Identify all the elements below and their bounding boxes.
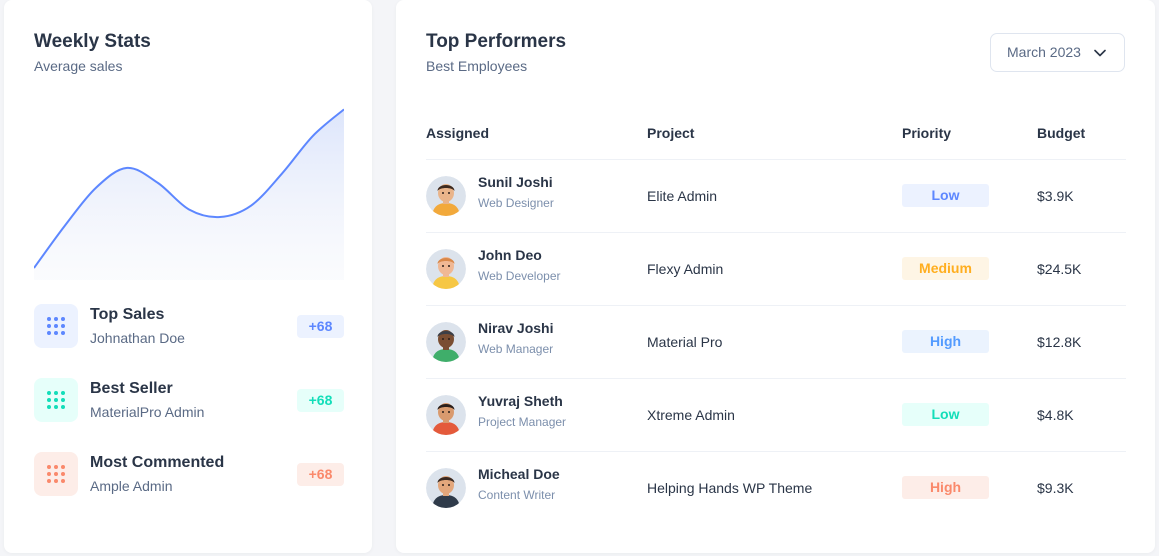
stat-item: Top Sales Johnathan Doe +68: [34, 304, 344, 350]
employee-name: Yuvraj Sheth: [478, 392, 563, 409]
employee-role: Content Writer: [478, 487, 556, 502]
employee-name: Nirav Joshi: [478, 319, 554, 336]
assigned-cell: Yuvraj Sheth Project Manager: [426, 378, 647, 452]
stat-item: Best Seller MaterialPro Admin +68: [34, 378, 344, 424]
budget-cell: $3.9K: [1037, 159, 1126, 233]
top-performers-title: Top Performers: [426, 31, 567, 52]
priority-badge: High: [902, 476, 989, 500]
assigned-cell: Nirav Joshi Web Manager: [426, 305, 647, 379]
table-row: Yuvraj Sheth Project Manager Xtreme Admin L…: [426, 378, 1126, 452]
top-performers-subtitle: Best Employees: [426, 58, 528, 74]
employee-role: Web Manager: [478, 341, 554, 356]
stat-badge: +68: [297, 389, 344, 412]
budget-cell: $12.8K: [1037, 305, 1126, 379]
assigned-cell: John Deo Web Developer: [426, 232, 647, 306]
employee-role: Project Manager: [478, 414, 567, 429]
chart-area-fill: [34, 109, 344, 280]
employee-name: Micheal Doe: [478, 465, 560, 482]
table-row: Sunil Joshi Web Designer Elite Admin Low $3.…: [426, 159, 1126, 233]
performers-table: Assigned Project Priority Budget Sunil J…: [426, 108, 1126, 524]
stat-description: Ample Admin: [90, 478, 173, 494]
employee-name: John Deo: [478, 246, 542, 263]
project-cell: Xtreme Admin: [647, 378, 902, 452]
avatar: [426, 321, 466, 362]
assigned-cell: Micheal Doe Content Writer: [426, 451, 647, 524]
avatar: [426, 394, 466, 435]
table-row: Micheal Doe Content Writer Helping Hands W…: [426, 451, 1126, 524]
column-header-assigned: Assigned: [426, 108, 647, 160]
budget-cell: $24.5K: [1037, 232, 1126, 306]
stat-name: Best Seller: [90, 380, 173, 397]
column-header-budget: Budget: [1037, 108, 1126, 160]
grid-dots-icon: [34, 378, 78, 422]
stat-description: Johnathan Doe: [90, 330, 185, 346]
employee-role: Web Designer: [478, 195, 554, 210]
table-row: John Deo Web Developer Flexy Admin Medium $2…: [426, 232, 1126, 306]
stat-name: Top Sales: [90, 306, 165, 323]
priority-cell: High: [902, 451, 1037, 524]
priority-badge: Low: [902, 184, 989, 207]
avatar: [426, 467, 466, 508]
weekly-stats-title: Weekly Stats: [34, 31, 151, 52]
column-header-project: Project: [647, 108, 902, 160]
stat-description: MaterialPro Admin: [90, 404, 205, 420]
priority-cell: Low: [902, 378, 1037, 452]
priority-badge: Low: [902, 403, 989, 426]
project-cell: Flexy Admin: [647, 232, 902, 306]
grid-dots-icon: [34, 452, 78, 496]
priority-cell: Medium: [902, 232, 1037, 306]
month-select[interactable]: March 2023: [990, 33, 1125, 72]
stat-badge: +68: [297, 315, 344, 338]
weekly-sales-chart-svg: [33, 108, 345, 280]
priority-cell: High: [902, 305, 1037, 379]
employee-name: Sunil Joshi: [478, 173, 553, 190]
budget-cell: $4.8K: [1037, 378, 1126, 452]
avatar: [426, 175, 466, 216]
stat-item: Most Commented Ample Admin +68: [34, 452, 344, 498]
weekly-stats-subtitle: Average sales: [34, 58, 123, 74]
employee-role: Web Developer: [478, 268, 561, 283]
priority-badge: Medium: [902, 257, 989, 280]
table-row: Nirav Joshi Web Manager Material Pro High $1…: [426, 305, 1126, 379]
weekly-stats-card: Weekly Stats Average sales Top Sales John…: [4, 0, 372, 553]
project-cell: Material Pro: [647, 305, 902, 379]
column-header-priority: Priority: [902, 108, 1037, 160]
top-performers-card: Top Performers Best Employees March 2023…: [396, 0, 1155, 553]
stat-badge: +68: [297, 463, 344, 486]
table-header-row: Assigned Project Priority Budget: [426, 108, 1126, 160]
budget-cell: $9.3K: [1037, 479, 1074, 496]
assigned-cell: Sunil Joshi Web Designer: [426, 159, 647, 233]
avatar: [426, 248, 466, 289]
project-cell: Helping Hands WP Theme: [647, 479, 813, 496]
priority-cell: Low: [902, 159, 1037, 233]
month-select-value: March 2023: [1007, 44, 1081, 60]
project-cell: Elite Admin: [647, 159, 902, 233]
priority-badge: High: [902, 330, 989, 353]
weekly-sales-chart: [33, 90, 345, 280]
grid-dots-icon: [34, 304, 78, 348]
stat-name: Most Commented: [90, 454, 225, 471]
chevron-down-icon: [1094, 49, 1106, 57]
